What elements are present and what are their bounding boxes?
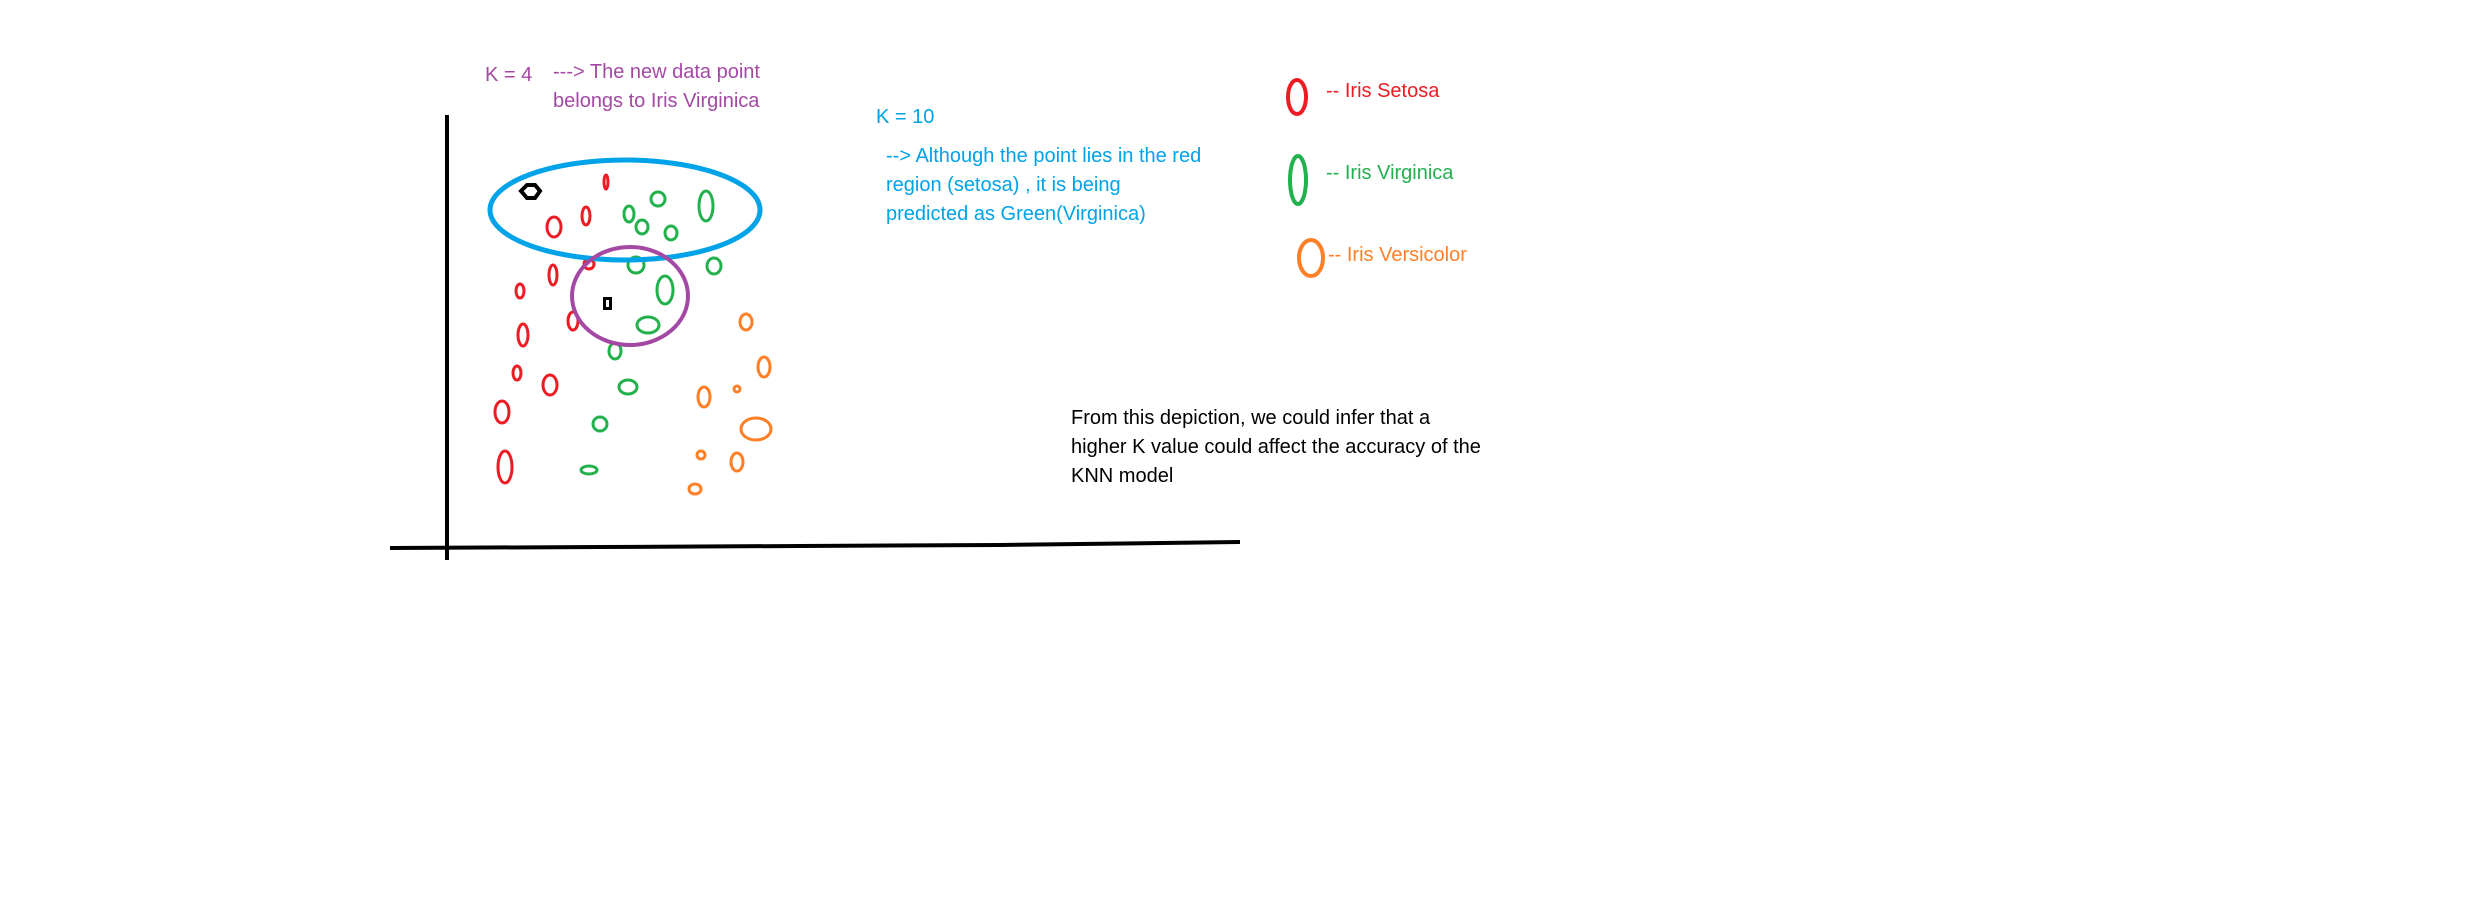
point-setosa [514,282,526,300]
point-setosa [545,215,563,239]
point-versicolor [695,449,707,461]
point-versicolor [687,482,703,496]
point-setosa [547,263,559,287]
k4-label: K = 4 [485,64,533,86]
legend-versicolor-label: -- Iris Versicolor [1328,244,1467,266]
point-marker-black [518,183,543,200]
legend-versicolor-glyph [1297,238,1325,278]
conclusion-line-1: From this depiction, we could infer that… [1071,407,1431,429]
legend-setosa-glyph [1286,78,1308,116]
point-virginica [663,224,679,242]
k4-note-line-2: belongs to Iris Virginica [553,90,760,112]
point-virginica [617,378,639,396]
point-virginica [649,190,667,208]
point-virginica [622,204,636,224]
point-virginica [635,315,661,335]
legend-setosa-label: -- Iris Setosa [1326,80,1440,102]
point-versicolor [732,384,742,394]
point-versicolor [738,312,754,332]
k10-label: K = 10 [876,106,935,128]
k4-note-line-1: ---> The new data point [553,61,760,83]
legend-virginica-glyph [1288,154,1308,206]
k10-note-line-2: region (setosa) , it is being [886,174,1121,196]
point-setosa [493,399,511,425]
point-virginica [697,189,715,223]
x-axis-line [389,540,1241,550]
legend-virginica-label: -- Iris Virginica [1326,162,1454,184]
point-versicolor [756,355,772,379]
point-virginica [655,274,675,306]
point-versicolor [696,385,712,409]
point-versicolor [739,416,773,442]
point-setosa [602,173,610,191]
point-virginica [591,415,609,433]
point-setosa [541,373,559,397]
point-setosa [496,449,514,485]
point-virginica [634,218,650,236]
point-versicolor [729,451,745,473]
point-setosa [516,322,530,348]
point-setosa [511,364,523,382]
k10-note-line-3: predicted as Green(Virginica) [886,203,1146,225]
k10-note-line-1: --> Although the point lies in the red [886,145,1202,167]
conclusion-line-2: higher K value could affect the accuracy… [1071,436,1481,458]
point-setosa [580,205,592,227]
point-virginica [579,464,599,476]
point-virginica [705,256,723,276]
conclusion-line-3: KNN model [1071,465,1174,487]
